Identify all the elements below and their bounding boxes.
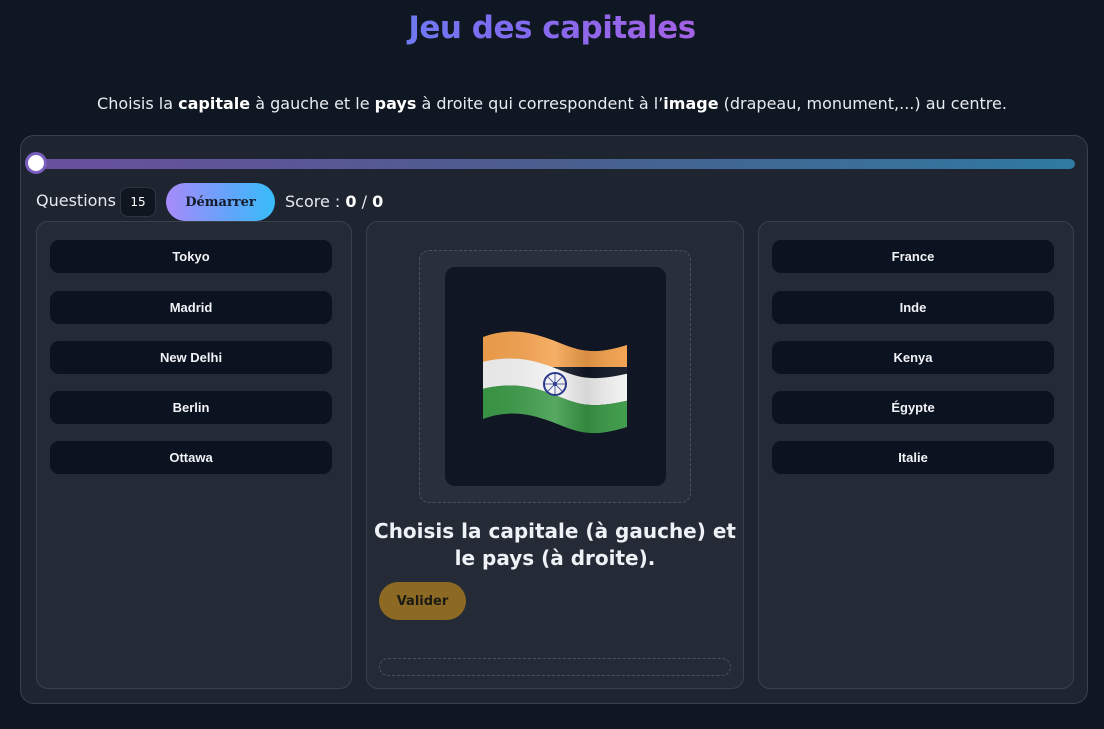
india-flag-icon [483, 331, 627, 434]
questions-label: Questions [36, 191, 116, 210]
center-panel: Choisis la capitale (à gauche) et le pay… [366, 221, 744, 689]
instruction-prompt: Choisis la capitale (à gauche) et le pay… [367, 518, 743, 572]
instructions-part: Choisis la [97, 94, 179, 113]
capital-option-berlin[interactable]: Berlin [50, 391, 332, 424]
country-option-inde[interactable]: Inde [772, 291, 1054, 324]
capital-option-tokyo[interactable]: Tokyo [50, 240, 332, 273]
capital-option-ottawa[interactable]: Ottawa [50, 441, 332, 474]
progress-slider-track[interactable] [35, 159, 1075, 169]
capital-option-madrid[interactable]: Madrid [50, 291, 332, 324]
image-display [445, 267, 666, 486]
instructions-part: à gauche et le [250, 94, 375, 113]
page-title: Jeu des capitales [0, 10, 1104, 46]
game-board: Questions 15 Démarrer Score : 0 / 0 Toky… [20, 135, 1088, 704]
validate-button[interactable]: Valider [379, 582, 466, 620]
prompt-line-2: le pays (à droite). [454, 546, 656, 570]
score-current: 0 [345, 192, 357, 211]
instructions-part: à droite qui correspondent à l’ [416, 94, 664, 113]
instructions-bold-country: pays [374, 94, 417, 113]
progress-slider-thumb[interactable] [25, 152, 47, 174]
instructions-text: Choisis la capitale à gauche et le pays … [0, 94, 1104, 113]
feedback-area [379, 658, 731, 676]
score-separator: / [356, 192, 373, 211]
questions-count-input[interactable]: 15 [120, 187, 156, 217]
country-option-italie[interactable]: Italie [772, 441, 1054, 474]
start-button[interactable]: Démarrer [166, 183, 275, 221]
capital-option-new-delhi[interactable]: New Delhi [50, 341, 332, 374]
instructions-part: (drapeau, monument,...) au centre. [718, 94, 1007, 113]
prompt-line-1: Choisis la capitale (à gauche) et [374, 519, 736, 543]
country-option-france[interactable]: France [772, 240, 1054, 273]
instructions-bold-image: image [663, 94, 719, 113]
country-option-kenya[interactable]: Kenya [772, 341, 1054, 374]
capitals-panel: Tokyo Madrid New Delhi Berlin Ottawa [36, 221, 352, 689]
instructions-bold-capital: capitale [178, 94, 251, 113]
score-display: Score : 0 / 0 [285, 192, 383, 211]
image-frame [419, 250, 691, 503]
country-option-egypte[interactable]: Égypte [772, 391, 1054, 424]
score-total: 0 [372, 192, 384, 211]
score-label: Score : [285, 192, 346, 211]
countries-panel: France Inde Kenya Égypte Italie [758, 221, 1074, 689]
